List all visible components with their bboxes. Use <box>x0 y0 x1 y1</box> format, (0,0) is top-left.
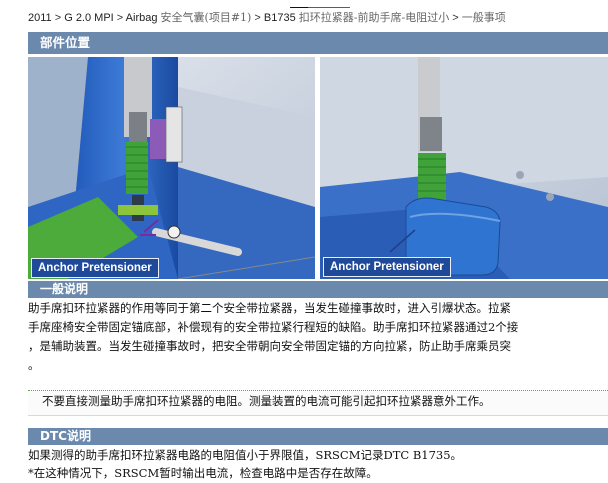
general-text-line: 。 <box>28 358 40 372</box>
caution-note-text: 不要直接测量助手席扣环拉紧器的电阻。测量装置的电流可能引起扣环拉紧器意外工作。 <box>42 394 491 408</box>
breadcrumb-model[interactable]: G 2.0 MPI <box>64 12 114 24</box>
image-caption-right: Anchor Pretensioner <box>323 257 451 277</box>
breadcrumb-current: 一般事项 <box>461 11 506 24</box>
breadcrumb-system[interactable]: Airbag <box>126 12 158 24</box>
general-text-line: 助手席扣环拉紧器的作用等同于第二个安全带拉紧器，当发生碰撞事故时，进入引爆状态。… <box>28 301 511 315</box>
breadcrumb-system-sub: 安全气囊(项目#1) <box>160 11 252 24</box>
general-text-line: ，是辅助装置。当发生碰撞事故时，把安全带朝向安全带固定锚的方向拉紧，防止助手席乘… <box>28 339 511 353</box>
dtc-text-line: 如果测得的助手席扣环拉紧器电路的电阻值小于界限值，SRSCM记录DTC B173… <box>28 448 463 462</box>
top-banner <box>0 0 608 8</box>
section-header-dtc: DTC说明 <box>28 428 608 445</box>
breadcrumb-dtc-desc: 扣环拉紧器-前助手席-电阻过小 <box>298 11 450 24</box>
breadcrumb-dtc[interactable]: B1735 <box>264 12 296 24</box>
component-image-right <box>320 57 608 279</box>
general-text-line: 手席座椅安全带固定锚底部，补偿现有的安全带拉紧行程短的缺陷。助手席扣环拉紧器通过… <box>28 320 519 334</box>
dtc-text-line: *在这种情况下，SRSCM暂时输出电流，检查电路中是否存在故障。 <box>28 466 378 480</box>
section-header-general: 一般说明 <box>28 281 608 298</box>
caution-note: 不要直接测量助手席扣环拉紧器的电阻。测量装置的电流可能引起扣环拉紧器意外工作。 <box>28 390 608 416</box>
section-header-location: 部件位置 <box>28 32 608 54</box>
breadcrumb-year[interactable]: 2011 <box>28 12 52 24</box>
breadcrumb: 2011 > G 2.0 MPI > Airbag 安全气囊(项目#1) > B… <box>28 11 506 24</box>
component-image-left <box>28 57 315 279</box>
brand-logo <box>258 0 378 8</box>
image-caption-left: Anchor Pretensioner <box>31 258 159 278</box>
